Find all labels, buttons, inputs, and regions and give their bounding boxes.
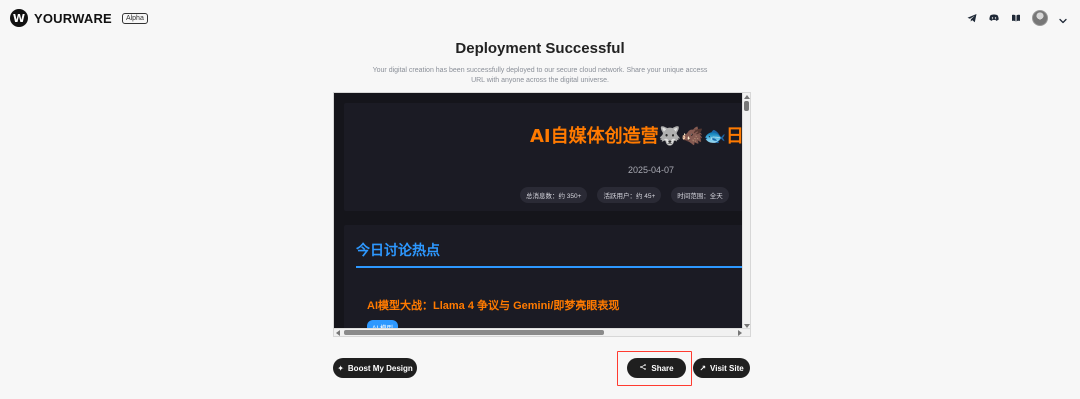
vertical-scrollbar[interactable]	[742, 93, 750, 330]
boost-label: Boost My Design	[347, 363, 413, 373]
telegram-icon[interactable]	[966, 12, 978, 24]
section-title: 今日讨论热点	[356, 242, 440, 258]
section-divider	[356, 266, 744, 268]
book-icon[interactable]	[1010, 12, 1022, 24]
preview-header-card: AI自媒体创造营🐺🐗🐟日 2025-04-07 总消息数：约 350+ 活跃用户…	[344, 103, 744, 211]
brand-name: YOURWARE	[34, 10, 112, 26]
topic-title: AI模型大战：Llama 4 争议与 Gemini/即梦亮眼表现	[367, 300, 620, 312]
horizontal-scrollbar[interactable]	[334, 328, 750, 336]
site-preview[interactable]: AI自媒体创造营🐺🐗🐟日 2025-04-07 总消息数：约 350+ 活跃用户…	[333, 92, 751, 337]
share-icon	[639, 363, 647, 373]
boost-design-button[interactable]: ✦ Boost My Design	[333, 358, 417, 378]
visit-site-button[interactable]: ↗ Visit Site	[693, 358, 750, 378]
top-bar: W YOURWARE Alpha	[0, 0, 1080, 36]
horizontal-scroll-thumb[interactable]	[344, 330, 604, 335]
external-link-icon: ↗	[699, 363, 707, 373]
brand-logo: W	[10, 9, 28, 27]
chevron-down-icon[interactable]	[1058, 13, 1068, 24]
user-avatar[interactable]	[1032, 10, 1048, 26]
preview-date: 2025-04-07	[628, 165, 675, 175]
alpha-badge: Alpha	[121, 12, 148, 24]
preview-canvas: AI自媒体创造营🐺🐗🐟日 2025-04-07 总消息数：约 350+ 活跃用户…	[334, 93, 744, 336]
sparkle-icon: ✦	[337, 363, 344, 373]
brand[interactable]: W YOURWARE Alpha	[10, 9, 148, 27]
page-title: Deployment Successful	[455, 40, 625, 57]
preview-main-title: AI自媒体创造营🐺🐗🐟日	[530, 126, 744, 147]
page-subtitle: Your digital creation has been successfu…	[372, 67, 708, 84]
scroll-up-icon[interactable]	[744, 95, 750, 99]
stat-active-users: 活跃用户：约 45+	[597, 187, 662, 203]
stat-time-range: 时间范围：全天	[671, 187, 729, 203]
header-actions	[966, 10, 1068, 26]
visit-label: Visit Site	[710, 363, 744, 373]
share-button[interactable]: Share	[627, 358, 686, 378]
scroll-right-icon[interactable]	[738, 330, 742, 336]
deployment-hero: Deployment Successful Your digital creat…	[0, 40, 1080, 86]
stat-messages: 总消息数：约 350+	[520, 187, 588, 203]
vertical-scroll-thumb[interactable]	[744, 101, 749, 111]
share-label: Share	[651, 363, 674, 373]
scroll-left-icon[interactable]	[336, 330, 340, 336]
discord-icon[interactable]	[988, 12, 1000, 24]
preview-stats: 总消息数：约 350+ 活跃用户：约 45+ 时间范围：全天	[520, 187, 729, 203]
preview-body-card: 今日讨论热点 AI模型大战：Llama 4 争议与 Gemini/即梦亮眼表现 …	[344, 225, 744, 336]
